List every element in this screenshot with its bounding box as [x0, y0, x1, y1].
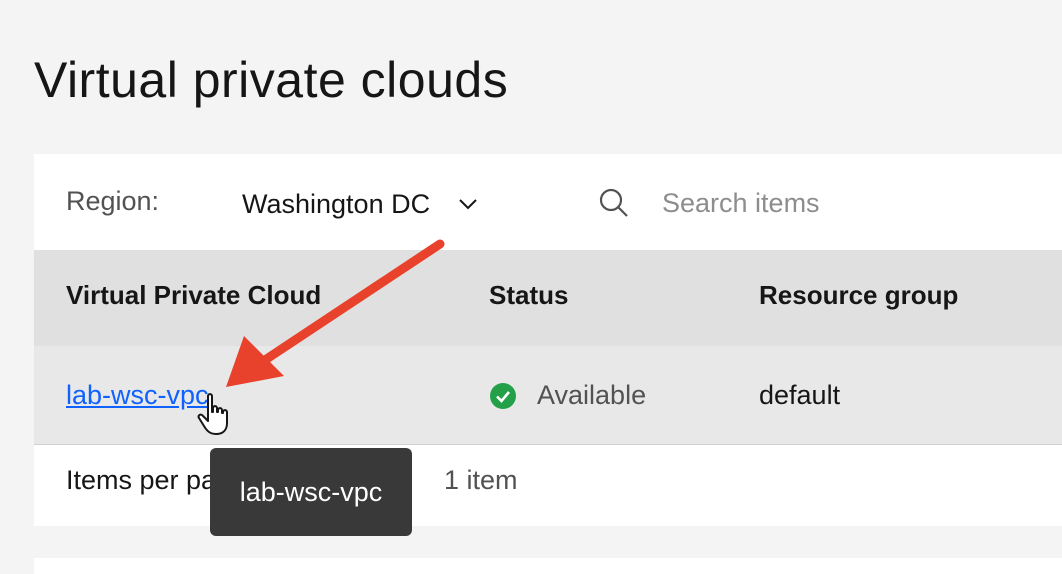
vpc-table-panel: Region: Washington DC Virtual Private Cl…	[34, 154, 1062, 526]
pagination-bar: Items per page: 10 1 item	[34, 445, 1062, 526]
search-input[interactable]	[662, 187, 1002, 219]
hand-pointer-icon	[197, 393, 228, 435]
status-text: Available	[537, 380, 647, 410]
item-count: 1 item	[444, 465, 518, 495]
table-toolbar: Region: Washington DC	[34, 154, 1062, 250]
status-cell: Available	[489, 380, 646, 411]
column-header-resource-group[interactable]: Resource group	[759, 280, 958, 311]
checkmark-filled-icon	[489, 382, 517, 410]
search-bar	[596, 180, 1036, 226]
chevron-down-icon	[456, 192, 480, 216]
next-panel-edge	[34, 558, 1062, 574]
vpc-name-link[interactable]: lab-wsc-vpc	[66, 380, 209, 411]
column-header-vpc[interactable]: Virtual Private Cloud	[66, 280, 321, 311]
region-dropdown[interactable]: Washington DC	[242, 184, 480, 224]
page-title: Virtual private clouds	[34, 51, 509, 108]
region-label: Region:	[66, 186, 160, 216]
column-header-status[interactable]: Status	[489, 280, 568, 311]
search-icon[interactable]	[596, 185, 632, 221]
table-row[interactable]: lab-wsc-vpc Available default	[34, 346, 1062, 445]
resource-group-cell: default	[759, 380, 841, 410]
region-dropdown-value: Washington DC	[242, 188, 431, 219]
tooltip: lab-wsc-vpc	[210, 448, 412, 536]
table-header-row: Virtual Private Cloud Status Resource gr…	[34, 250, 1062, 346]
